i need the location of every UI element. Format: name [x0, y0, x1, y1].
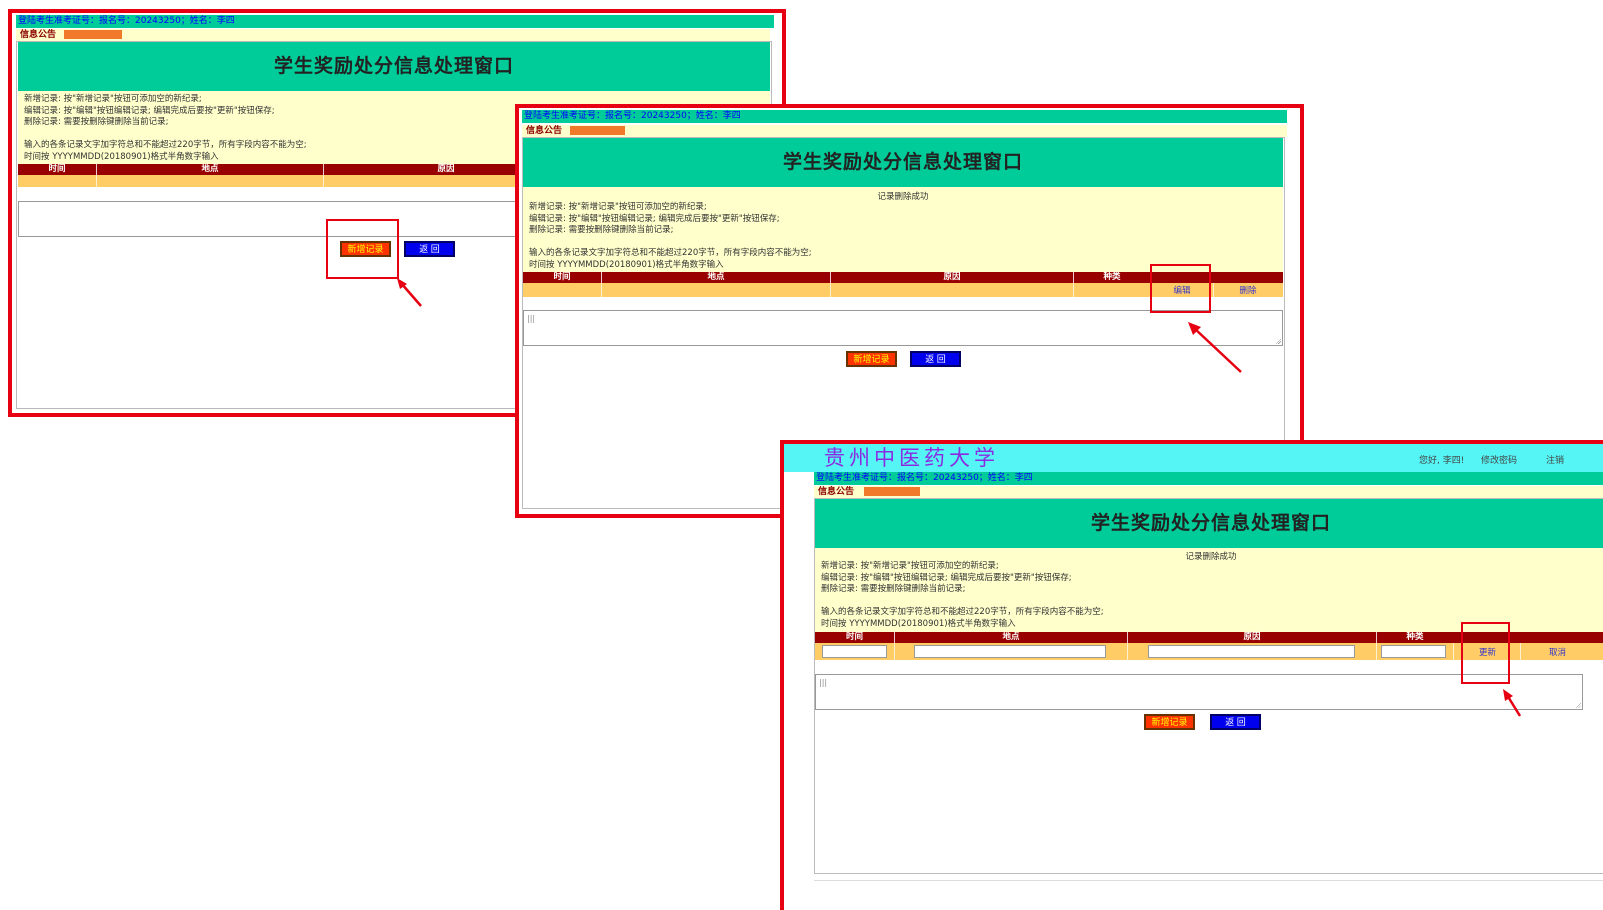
text-cursor-icon: ||| [819, 678, 828, 687]
column-header-place: 地点 [707, 272, 725, 282]
time-input[interactable] [822, 645, 887, 658]
screenshot-3-edit-mode: 贵州中医药大学 您好, 李四! 修改密码 注销 登陆考生准考证号：报名号：202… [780, 440, 1603, 910]
column-header-type: 种类 [1103, 272, 1121, 282]
place-input[interactable] [914, 645, 1106, 658]
arrow-icon [397, 278, 422, 307]
highlight-box-edit [1150, 264, 1211, 313]
login-info-bar: 登陆考生准考证号：报名号：20243250；姓名：李四 [16, 15, 774, 28]
logout-link[interactable]: 注销 [1546, 453, 1564, 466]
instruction-line: 时间按 YYYYMMDD(20180901)格式半角数字输入 [529, 259, 724, 270]
resize-grip-icon[interactable] [1575, 702, 1581, 708]
instruction-line: 新增记录: 按"新增记录"按钮可添加空的新纪录; [24, 94, 202, 104]
instruction-line: 编辑记录: 按"编辑"按钮编辑记录; 编辑完成后要按"更新"按钮保存; [529, 213, 780, 224]
login-info-bar: 登陆考生准考证号：报名号：20243250；姓名：李四 [814, 472, 1603, 485]
highlight-box-update [1461, 622, 1510, 684]
page-title: 学生奖励处分信息处理窗口 [523, 138, 1283, 187]
instruction-line: 输入的各条记录文字加字符总和不能超过220字节，所有字段内容不能为空; [24, 140, 307, 150]
text-cursor-icon: ||| [527, 314, 536, 323]
cancel-link[interactable]: 取消 [1520, 646, 1595, 658]
instructions-text: 新增记录: 按"新增记录"按钮可添加空的新纪录; 编辑记录: 按"编辑"按钮编辑… [821, 561, 1104, 630]
instruction-line: 新增记录: 按"新增记录"按钮可添加空的新纪录; [529, 202, 707, 212]
university-logo-title: 贵州中医药大学 [824, 446, 999, 470]
add-record-button[interactable]: 新增记录 [846, 351, 897, 367]
instruction-line: 输入的各条记录文字加字符总和不能超过220字节，所有字段内容不能为空; [529, 248, 812, 258]
notice-row: 信息公告 [522, 125, 1287, 137]
type-input[interactable] [1381, 645, 1446, 658]
notice-label: 信息公告 [818, 487, 855, 497]
instruction-line: 编辑记录: 按"编辑"按钮编辑记录; 编辑完成后要按"更新"按钮保存; [821, 572, 1072, 583]
redacted-notice [64, 30, 122, 39]
page-title: 学生奖励处分信息处理窗口 [18, 42, 770, 91]
notice-row: 信息公告 [814, 486, 1603, 498]
instruction-line: 输入的各条记录文字加字符总和不能超过220字节，所有字段内容不能为空; [821, 607, 1104, 617]
highlight-box-add [326, 219, 399, 279]
instruction-line: 新增记录: 按"新增记录"按钮可添加空的新纪录; [821, 561, 999, 571]
instruction-line: 时间按 YYYYMMDD(20180901)格式半角数字输入 [24, 151, 219, 162]
column-header-reason: 原因 [943, 272, 961, 282]
page-title: 学生奖励处分信息处理窗口 [815, 499, 1603, 548]
instruction-line: 删除记录: 需要按删除键删除当前记录; [24, 117, 169, 127]
back-button[interactable]: 返 回 [910, 351, 961, 367]
notice-row: 信息公告 [16, 29, 770, 41]
instruction-line: 删除记录: 需要按删除键删除当前记录; [821, 584, 966, 594]
add-record-button[interactable]: 新增记录 [1144, 714, 1195, 730]
instruction-line: 编辑记录: 按"编辑"按钮编辑记录; 编辑完成后要按"更新"按钮保存; [24, 105, 275, 116]
instructions-text: 新增记录: 按"新增记录"按钮可添加空的新纪录; 编辑记录: 按"编辑"按钮编辑… [24, 94, 307, 163]
column-header-place: 地点 [201, 164, 219, 174]
instruction-line: 时间按 YYYYMMDD(20180901)格式半角数字输入 [821, 618, 1016, 629]
back-button[interactable]: 返 回 [1210, 714, 1261, 730]
column-header-time: 时间 [845, 632, 863, 642]
back-button[interactable]: 返 回 [404, 241, 455, 257]
redacted-notice [864, 487, 920, 496]
divider [814, 880, 1603, 881]
remarks-textarea[interactable]: ||| [523, 310, 1283, 346]
status-message: 记录删除成功 [877, 192, 929, 202]
reason-input[interactable] [1148, 645, 1355, 658]
column-header-time: 时间 [553, 272, 571, 282]
column-header-type: 种类 [1406, 632, 1424, 642]
column-header-time: 时间 [48, 164, 66, 174]
instructions-text: 新增记录: 按"新增记录"按钮可添加空的新纪录; 编辑记录: 按"编辑"按钮编辑… [529, 202, 812, 271]
arrow-icon [1188, 322, 1242, 373]
arrow-icon [1503, 689, 1522, 717]
login-info-bar: 登陆考生准考证号：报名号：20243250；姓名：李四 [522, 110, 1287, 123]
instruction-line: 删除记录: 需要按删除键删除当前记录; [529, 225, 674, 235]
notice-label: 信息公告 [20, 30, 57, 40]
change-password-link[interactable]: 修改密码 [1481, 453, 1517, 466]
redacted-notice [570, 126, 625, 135]
notice-label: 信息公告 [526, 126, 563, 136]
delete-link[interactable]: 删除 [1213, 284, 1283, 296]
column-header-place: 地点 [1002, 632, 1020, 642]
column-header-reason: 原因 [1243, 632, 1261, 642]
greeting-text: 您好, 李四! [1419, 456, 1465, 466]
resize-grip-icon[interactable] [1275, 338, 1281, 344]
